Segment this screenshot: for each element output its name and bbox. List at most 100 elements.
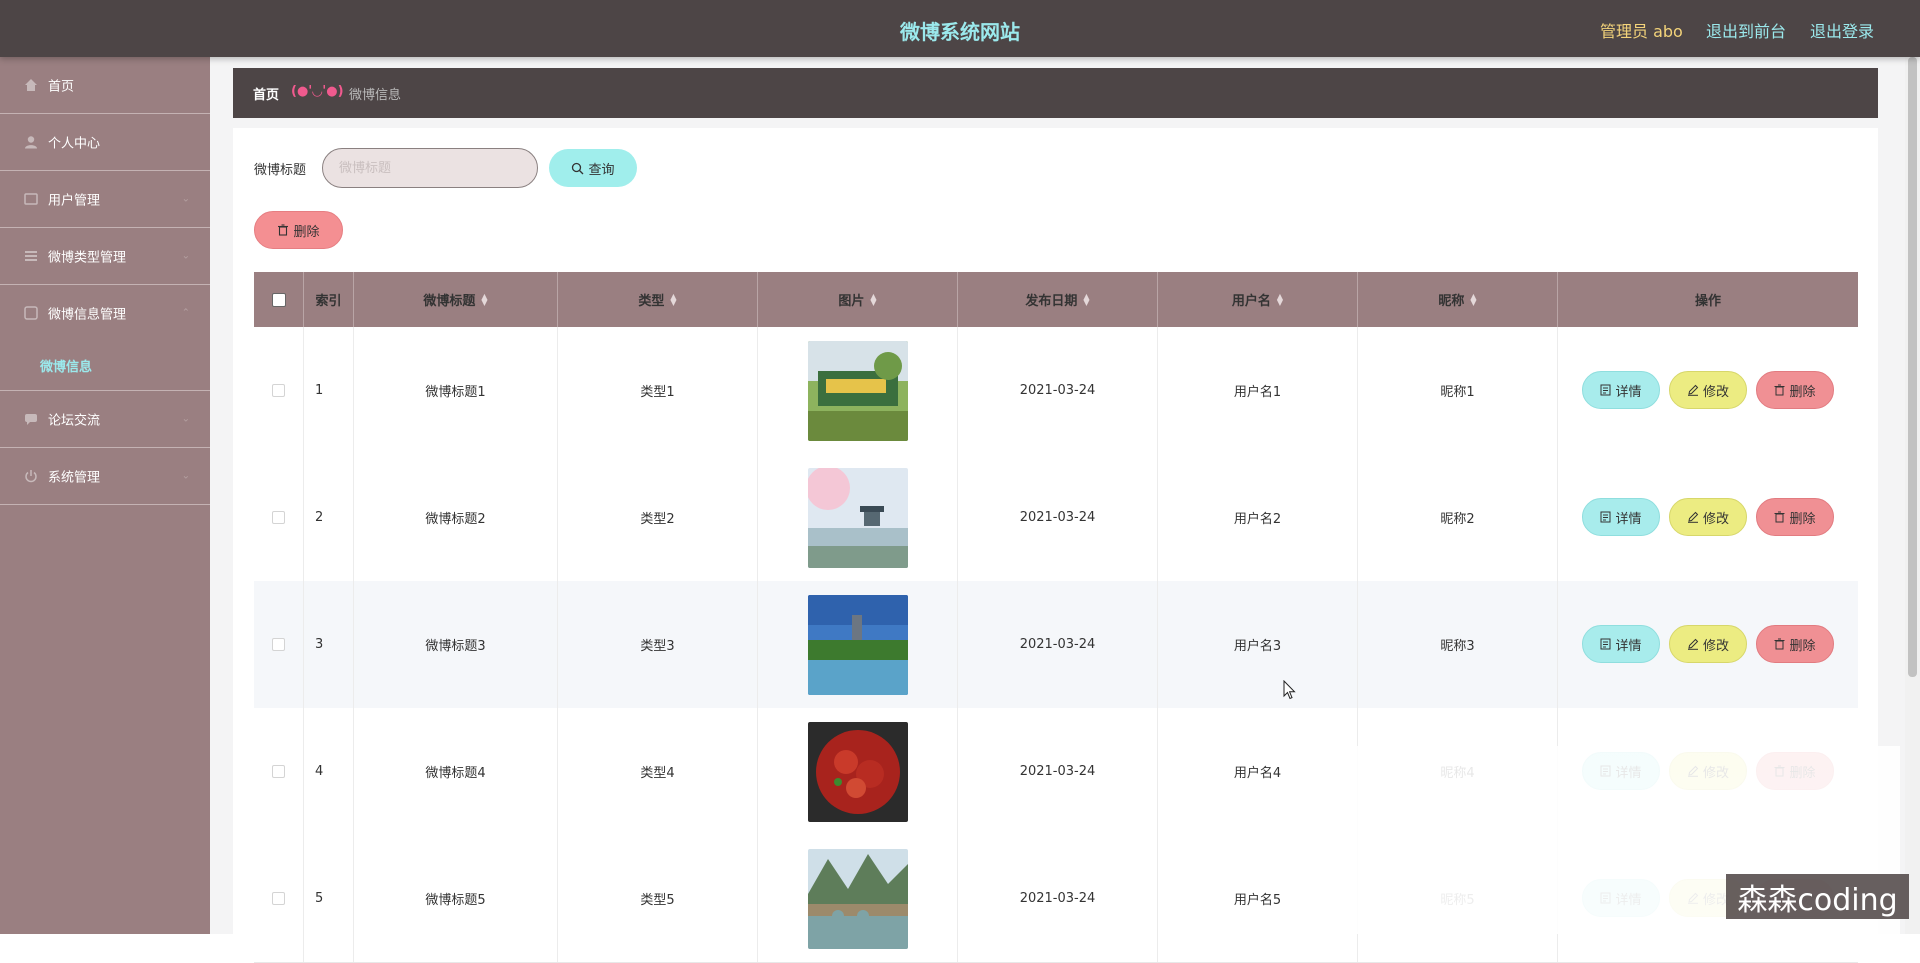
- col-header-label: 微博标题: [423, 294, 476, 309]
- home-icon: [25, 79, 37, 91]
- delete-button[interactable]: 删除: [1756, 498, 1834, 536]
- col-header-label: 昵称: [1438, 294, 1465, 309]
- edit-icon: [1687, 638, 1699, 650]
- query-button[interactable]: 查询: [549, 149, 637, 187]
- cell-type: 类型3: [558, 581, 758, 708]
- cell-date: 2021-03-24: [958, 835, 1158, 962]
- trash-icon: [278, 224, 289, 236]
- row-select-cell: [254, 581, 304, 708]
- breadcrumb: 首页 (●'◡'●) 微博信息: [233, 68, 1878, 118]
- mouse-cursor-icon: [1283, 680, 1296, 700]
- cell-nickname: 昵称2: [1358, 454, 1558, 581]
- top-bar: 微博系统网站 管理员 abo 退出到前台 退出登录: [0, 0, 1920, 57]
- cell-type: 类型4: [558, 708, 758, 835]
- cell-nickname: 昵称3: [1358, 581, 1558, 708]
- scrollbar-thumb[interactable]: [1908, 57, 1917, 677]
- user-icon: [25, 136, 37, 149]
- sidebar-item-users[interactable]: 用户管理 ⌄: [0, 171, 210, 228]
- cell-index: 1: [304, 327, 354, 454]
- col-header-label: 操作: [1694, 294, 1721, 309]
- select-all-cell: [254, 272, 304, 327]
- sidebar-item-personal[interactable]: 个人中心: [0, 114, 210, 171]
- detail-button[interactable]: 详情: [1582, 625, 1660, 663]
- row-checkbox[interactable]: [272, 765, 285, 778]
- logout-link[interactable]: 退出登录: [1810, 18, 1874, 42]
- chevron-down-icon: ⌄: [181, 193, 190, 205]
- edit-label: 修改: [1702, 511, 1729, 527]
- breadcrumb-separator: (●'◡'●): [291, 84, 344, 99]
- crayfish-photo[interactable]: [807, 721, 908, 822]
- cell-username: 用户名3: [1158, 581, 1358, 708]
- sidebar-item-home[interactable]: 首页: [0, 57, 210, 114]
- sort-icon[interactable]: ▲ ▼: [870, 292, 876, 306]
- pavilion-lake-photo[interactable]: [807, 467, 908, 568]
- cell-image: [758, 327, 958, 454]
- sort-icon[interactable]: ▲ ▼: [1470, 292, 1476, 306]
- sidebar-item-weibo-info[interactable]: 微博信息管理 ⌃: [0, 285, 210, 341]
- edit-icon: [1687, 384, 1699, 396]
- col-header-username[interactable]: 用户名 ▲ ▼: [1158, 272, 1358, 327]
- edit-button[interactable]: 修改: [1669, 498, 1747, 536]
- detail-label: 详情: [1615, 638, 1642, 654]
- batch-delete-button[interactable]: 删除: [254, 211, 343, 249]
- cell-index: 5: [304, 835, 354, 962]
- sidebar-item-forum[interactable]: 论坛交流 ⌄: [0, 391, 210, 448]
- detail-label: 详情: [1615, 511, 1642, 527]
- search-input[interactable]: [322, 148, 538, 188]
- sidebar-item-system[interactable]: 系统管理 ⌄: [0, 448, 210, 505]
- edit-button[interactable]: 修改: [1669, 625, 1747, 663]
- sort-icon[interactable]: ▲ ▼: [670, 292, 676, 306]
- document-icon: [1600, 511, 1611, 523]
- users-icon: [24, 193, 38, 205]
- batch-delete-label: 删除: [293, 224, 320, 240]
- breadcrumb-current: 微博信息: [349, 88, 402, 103]
- col-header-nickname[interactable]: 昵称 ▲ ▼: [1358, 272, 1558, 327]
- row-checkbox[interactable]: [272, 384, 285, 397]
- col-header-actions: 操作: [1558, 272, 1858, 327]
- chat-icon: [25, 414, 37, 425]
- col-header-type[interactable]: 类型 ▲ ▼: [558, 272, 758, 327]
- delete-button[interactable]: 删除: [1756, 625, 1834, 663]
- edit-icon: [1687, 511, 1699, 523]
- cell-image: [758, 581, 958, 708]
- table-row: 3 微博标题3 类型3 2021-03-24 用户名3 昵称3 详情 修改 删除: [254, 581, 1858, 709]
- detail-button[interactable]: 详情: [1582, 498, 1660, 536]
- sort-icon[interactable]: ▲ ▼: [1083, 292, 1089, 306]
- delete-label: 删除: [1789, 384, 1816, 400]
- edit-button[interactable]: 修改: [1669, 371, 1747, 409]
- row-checkbox[interactable]: [272, 892, 285, 905]
- delete-button[interactable]: 删除: [1756, 371, 1834, 409]
- sidebar-item-weibo-types[interactable]: 微博类型管理 ⌄: [0, 228, 210, 285]
- search-label: 微博标题: [254, 163, 307, 178]
- row-checkbox[interactable]: [272, 511, 285, 524]
- sort-icon[interactable]: ▲ ▼: [1277, 292, 1283, 306]
- cell-date: 2021-03-24: [958, 454, 1158, 581]
- sort-icon[interactable]: ▲ ▼: [481, 292, 487, 306]
- exit-to-front-link[interactable]: 退出到前台: [1706, 18, 1786, 42]
- query-button-label: 查询: [588, 162, 615, 178]
- pagoda-lake-photo[interactable]: [807, 594, 908, 695]
- table-header: 索引 微博标题 ▲ ▼ 类型 ▲ ▼ 图片 ▲ ▼ 发布日期 ▲ ▼ 用户名 ▲ ▼ 昵称 ▲ ▼ 操作: [254, 272, 1858, 327]
- detail-button[interactable]: 详情: [1582, 371, 1660, 409]
- cell-actions: 详情 修改 删除: [1558, 581, 1858, 708]
- trash-icon: [1774, 511, 1785, 523]
- cell-index: 2: [304, 454, 354, 581]
- row-checkbox[interactable]: [272, 638, 285, 651]
- trash-icon: [1774, 384, 1785, 396]
- select-all-checkbox[interactable]: [271, 292, 286, 307]
- table-row: 2 微博标题2 类型2 2021-03-24 用户名2 昵称2 详情 修改 删除: [254, 454, 1858, 582]
- list-icon: [25, 251, 37, 261]
- col-header-label: 用户名: [1231, 294, 1271, 309]
- col-header-image[interactable]: 图片 ▲ ▼: [758, 272, 958, 327]
- cell-date: 2021-03-24: [958, 581, 1158, 708]
- col-header-title[interactable]: 微博标题 ▲ ▼: [354, 272, 558, 327]
- delete-label: 删除: [1789, 638, 1816, 654]
- breadcrumb-home[interactable]: 首页: [253, 84, 279, 103]
- edit-label: 修改: [1702, 384, 1729, 400]
- chevron-down-icon: ⌄: [181, 470, 190, 482]
- row-select-cell: [254, 454, 304, 581]
- sidebar-subitem-weibo-info[interactable]: 微博信息: [40, 356, 92, 375]
- col-header-date[interactable]: 发布日期 ▲ ▼: [958, 272, 1158, 327]
- park-sign-photo[interactable]: [807, 340, 908, 441]
- row-select-cell: [254, 835, 304, 962]
